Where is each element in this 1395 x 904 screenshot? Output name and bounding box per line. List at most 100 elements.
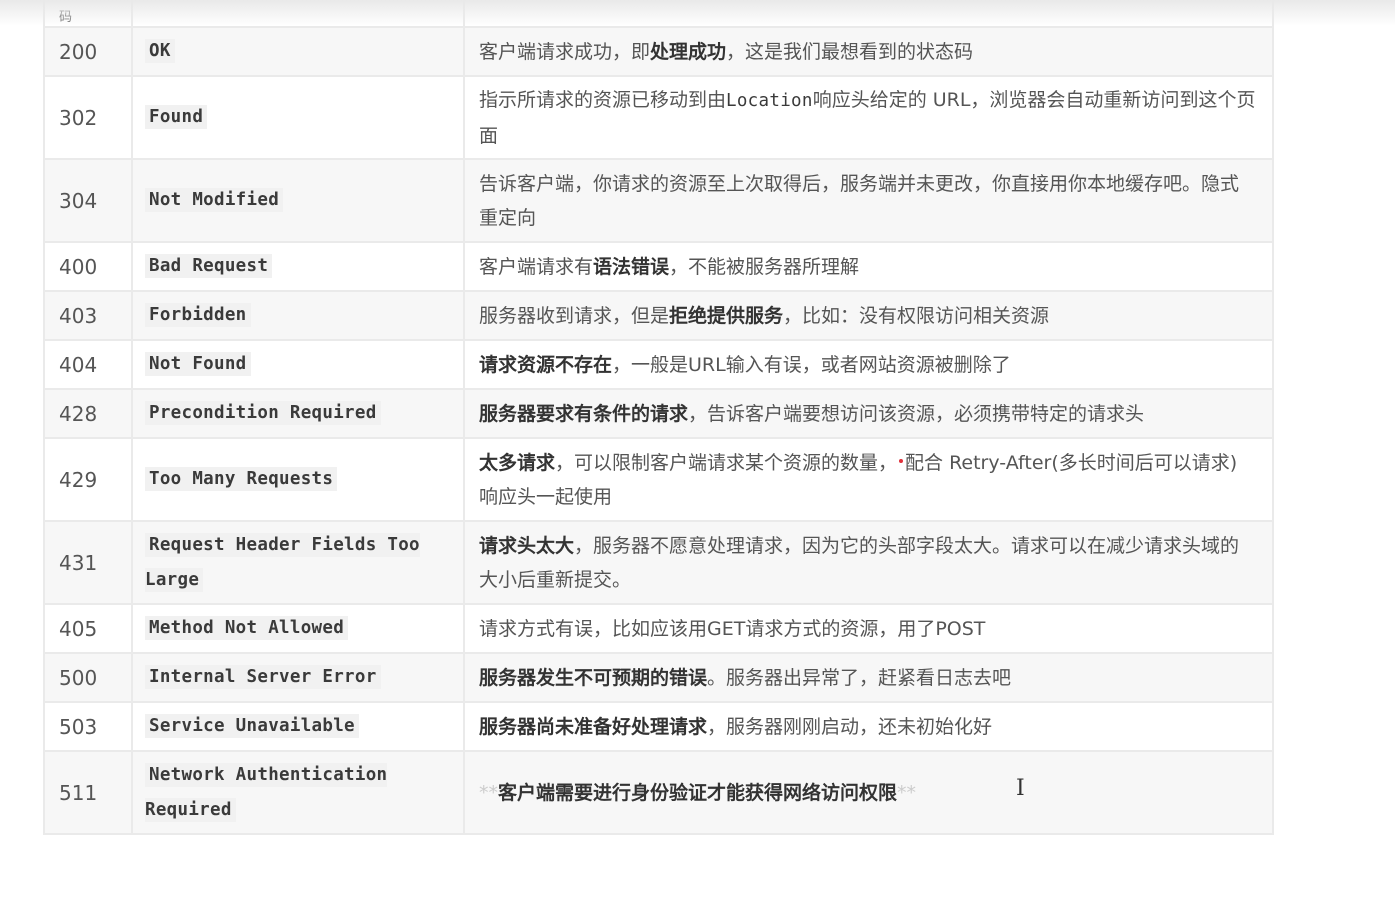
status-code-cell: 428 bbox=[43, 388, 133, 439]
table-header-row: 码 bbox=[43, 0, 1274, 28]
description-text: ，可以限制客户端请求某个资源的数量， bbox=[555, 451, 898, 474]
description-text: 客户端请求有 bbox=[479, 255, 594, 278]
reason-phrase-cell: Precondition Required bbox=[131, 388, 465, 439]
status-code-cell: 404 bbox=[43, 339, 133, 390]
description-text: 指示所请求的资源已移动到由 bbox=[479, 88, 727, 111]
table-row: 511 Network Authentication Required **客户端需… bbox=[43, 750, 1274, 835]
status-code-cell: 302 bbox=[43, 75, 133, 160]
reason-phrase-code: Request Header Fields Too Large bbox=[145, 532, 420, 592]
description-bold-text: 客户端需要进行身份验证才能获得网络访问权限 bbox=[498, 781, 898, 804]
description-cell: 客户端请求成功，即处理成功，这是我们最想看到的状态码 bbox=[463, 26, 1274, 77]
reason-phrase-cell: OK bbox=[131, 26, 465, 77]
document-viewport: 码 200 OK 客户端请求成功，即处理成功，这是我们最想看到的状态码 302 Foun… bbox=[0, 0, 1395, 904]
table-row: 200 OK 客户端请求成功，即处理成功，这是我们最想看到的状态码 bbox=[43, 26, 1274, 77]
reason-phrase-code: Found bbox=[145, 105, 208, 129]
reason-phrase-cell: Found bbox=[131, 75, 465, 160]
table-row: 500 Internal Server Error 服务器发生不可预期的错误。服务器… bbox=[43, 652, 1274, 703]
reason-phrase-code: Bad Request bbox=[145, 254, 273, 278]
status-code-cell: 200 bbox=[43, 26, 133, 77]
http-status-table: 码 200 OK 客户端请求成功，即处理成功，这是我们最想看到的状态码 302 Foun… bbox=[43, 0, 1274, 835]
description-text: 请求方式有误，比如应该用GET请求方式的资源，用了POST bbox=[479, 617, 986, 640]
description-cell: 请求方式有误，比如应该用GET请求方式的资源，用了POST bbox=[463, 603, 1274, 654]
table-row: 405 Method Not Allowed 请求方式有误，比如应该用GET请求方式… bbox=[43, 603, 1274, 654]
status-code-cell: 400 bbox=[43, 241, 133, 292]
description-cell: 请求资源不存在，一般是URL输入有误，或者网站资源被删除了 bbox=[463, 339, 1274, 390]
status-code-cell: 429 bbox=[43, 437, 133, 522]
description-cell: 太多请求，可以限制客户端请求某个资源的数量， 配合 Retry-After(多长时… bbox=[463, 437, 1274, 522]
description-text: ，这是我们最想看到的状态码 bbox=[726, 40, 974, 63]
description-cell: 服务器发生不可预期的错误。服务器出异常了，赶紧看日志去吧 bbox=[463, 652, 1274, 703]
description-text: 客户端请求成功，即 bbox=[479, 40, 651, 63]
description-text: ，服务器刚刚启动，还未初始化好 bbox=[707, 715, 993, 738]
table-row: 302 Found 指示所请求的资源已移动到由Location响应头给定的 URL，… bbox=[43, 75, 1274, 160]
reason-phrase-code: Forbidden bbox=[145, 303, 251, 327]
reason-phrase-code: Too Many Requests bbox=[145, 467, 338, 491]
table-row: 431 Request Header Fields Too Large 请求头太大，… bbox=[43, 520, 1274, 605]
table-row: 428 Precondition Required 服务器要求有条件的请求，告诉客户… bbox=[43, 388, 1274, 439]
reason-phrase-cell: Not Modified bbox=[131, 158, 465, 243]
reason-phrase-code: Precondition Required bbox=[145, 401, 381, 425]
description-bold-text: 语法错误 bbox=[593, 255, 670, 278]
status-code-cell: 511 bbox=[43, 750, 133, 835]
status-code-cell: 405 bbox=[43, 603, 133, 654]
description-text: Location bbox=[726, 90, 813, 111]
description-text: ，告诉客户端要想访问该资源，必须携带特定的请求头 bbox=[688, 402, 1145, 425]
description-cell: 客户端请求有语法错误，不能被服务器所理解 bbox=[463, 241, 1274, 292]
table-row: 304 Not Modified 告诉客户端，你请求的资源至上次取得后，服务端并未更… bbox=[43, 158, 1274, 243]
description-bold-text: 服务器发生不可预期的错误 bbox=[479, 666, 708, 689]
reason-phrase-cell: Internal Server Error bbox=[131, 652, 465, 703]
description-bold-text: 拒绝提供服务 bbox=[669, 304, 784, 327]
reason-phrase-code: OK bbox=[145, 39, 175, 63]
description-cell: 指示所请求的资源已移动到由Location响应头给定的 URL，浏览器会自动重新… bbox=[463, 75, 1274, 160]
reason-phrase-cell: Too Many Requests bbox=[131, 437, 465, 522]
reason-phrase-cell: Service Unavailable bbox=[131, 701, 465, 752]
description-text: 。服务器出异常了，赶紧看日志去吧 bbox=[707, 666, 1012, 689]
reason-phrase-cell: Request Header Fields Too Large bbox=[131, 520, 465, 605]
table-row: 403 Forbidden 服务器收到请求，但是拒绝提供服务，比如：没有权限访问相关… bbox=[43, 290, 1274, 341]
reason-phrase-code: Not Found bbox=[145, 352, 251, 376]
markdown-marker: ** bbox=[897, 781, 917, 804]
description-cell: 服务器收到请求，但是拒绝提供服务，比如：没有权限访问相关资源 bbox=[463, 290, 1274, 341]
reason-phrase-cell: Method Not Allowed bbox=[131, 603, 465, 654]
description-bold-text: 太多请求 bbox=[479, 451, 556, 474]
table-row: 429 Too Many Requests 太多请求，可以限制客户端请求某个资源的数… bbox=[43, 437, 1274, 522]
header-cell-phrase bbox=[131, 0, 465, 28]
reason-phrase-code: Not Modified bbox=[145, 188, 284, 212]
description-text: ，服务器不愿意处理请求，因为它的头部字段太大。请求可以在减少请求头域的大小后重新… bbox=[479, 534, 1240, 591]
description-cell: 服务器要求有条件的请求，告诉客户端要想访问该资源，必须携带特定的请求头 bbox=[463, 388, 1274, 439]
description-text: 服务器收到请求，但是 bbox=[479, 304, 670, 327]
table-row: 400 Bad Request 客户端请求有语法错误，不能被服务器所理解 bbox=[43, 241, 1274, 292]
description-text: ，比如：没有权限访问相关资源 bbox=[783, 304, 1050, 327]
reason-phrase-cell: Network Authentication Required bbox=[131, 750, 465, 835]
reason-phrase-code: Network Authentication Required bbox=[145, 762, 388, 822]
description-cell: 请求头太大，服务器不愿意处理请求，因为它的头部字段太大。请求可以在减少请求头域的… bbox=[463, 520, 1274, 605]
table-row: 404 Not Found 请求资源不存在，一般是URL输入有误，或者网站资源被删除… bbox=[43, 339, 1274, 390]
status-code-cell: 431 bbox=[43, 520, 133, 605]
table-row: 503 Service Unavailable 服务器尚未准备好处理请求，服务器刚刚… bbox=[43, 701, 1274, 752]
reason-phrase-cell: Not Found bbox=[131, 339, 465, 390]
reason-phrase-code: Internal Server Error bbox=[145, 665, 381, 689]
description-bold-text: 服务器要求有条件的请求 bbox=[479, 402, 689, 425]
reason-phrase-code: Method Not Allowed bbox=[145, 616, 349, 640]
description-cell: **客户端需要进行身份验证才能获得网络访问权限** bbox=[463, 750, 1274, 835]
text-cursor-icon: I bbox=[1016, 776, 1025, 801]
header-label-fragment: 码 bbox=[59, 10, 73, 25]
header-cell-desc bbox=[463, 0, 1274, 28]
description-text: ，不能被服务器所理解 bbox=[669, 255, 860, 278]
description-cell: 告诉客户端，你请求的资源至上次取得后，服务端并未更改，你直接用你本地缓存吧。隐式… bbox=[463, 158, 1274, 243]
description-cell: 服务器尚未准备好处理请求，服务器刚刚启动，还未初始化好 bbox=[463, 701, 1274, 752]
description-bold-text: 请求资源不存在 bbox=[479, 353, 613, 376]
red-dot-marker bbox=[899, 459, 904, 463]
description-text: 告诉客户端，你请求的资源至上次取得后，服务端并未更改，你直接用你本地缓存吧。隐式… bbox=[479, 172, 1240, 229]
markdown-marker: ** bbox=[479, 781, 498, 804]
reason-phrase-code: Service Unavailable bbox=[145, 714, 359, 738]
status-code-cell: 500 bbox=[43, 652, 133, 703]
status-code-cell: 304 bbox=[43, 158, 133, 243]
description-bold-text: 请求头太大 bbox=[479, 534, 575, 557]
description-bold-text: 处理成功 bbox=[650, 40, 727, 63]
header-cell-code: 码 bbox=[43, 0, 133, 28]
reason-phrase-cell: Forbidden bbox=[131, 290, 465, 341]
description-bold-text: 服务器尚未准备好处理请求 bbox=[479, 715, 708, 738]
description-text: ，一般是URL输入有误，或者网站资源被删除了 bbox=[612, 353, 1011, 376]
status-code-cell: 403 bbox=[43, 290, 133, 341]
